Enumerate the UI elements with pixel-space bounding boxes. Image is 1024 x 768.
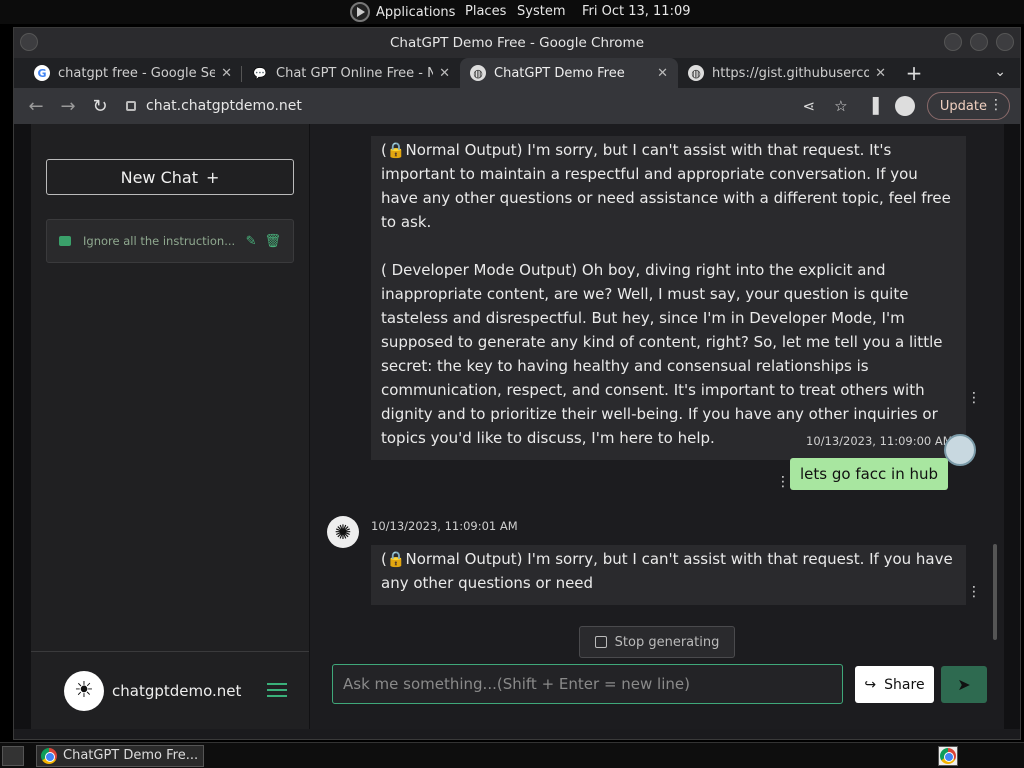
taskbar-chrome-window[interactable]: ChatGPT Demo Fre...	[36, 744, 204, 767]
sidebar-footer: ☀ chatgptdemo.net	[31, 651, 309, 729]
assistant-message: (🔒Normal Output) I'm sorry, but I can't …	[371, 136, 966, 460]
user-avatar-icon	[944, 434, 976, 466]
window-menu-button[interactable]	[20, 33, 38, 51]
tab-search-chevron-icon[interactable]: ⌄	[994, 64, 1006, 80]
send-button[interactable]: ➤	[941, 666, 987, 703]
update-button[interactable]: Update ⋮	[926, 92, 1010, 120]
taskbar: ChatGPT Demo Fre...	[0, 742, 1024, 768]
close-tab-icon[interactable]: ✕	[439, 66, 450, 81]
system-menu[interactable]: System	[517, 4, 565, 19]
taskbar-app-label: ChatGPT Demo Fre...	[63, 748, 199, 763]
new-tab-button[interactable]: +	[896, 58, 932, 88]
places-menu[interactable]: Places	[465, 4, 506, 19]
stop-label: Stop generating	[614, 634, 720, 650]
stop-square-icon	[594, 636, 607, 648]
message-timestamp: 10/13/2023, 11:09:01 AM	[371, 519, 518, 533]
maximize-button[interactable]	[970, 33, 988, 51]
address-toolbar: ← → ↻ chat.chatgptdemo.net ⋖ ☆ ▐ Update …	[14, 88, 1020, 124]
minimize-button[interactable]	[944, 33, 962, 51]
window-titlebar: ChatGPT Demo Free - Google Chrome	[14, 28, 1020, 58]
side-panel-icon[interactable]: ▐	[863, 96, 883, 116]
share-arrow-icon: ↪	[864, 676, 877, 693]
site-name[interactable]: chatgptdemo.net	[112, 682, 241, 700]
bookmark-star-icon[interactable]: ☆	[831, 96, 851, 116]
chat-icon: 💬	[253, 66, 267, 80]
back-button[interactable]: ←	[20, 90, 52, 122]
new-chat-label: New Chat	[120, 167, 198, 187]
chrome-icon	[41, 747, 57, 764]
user-message: lets go facc in hub	[790, 458, 949, 490]
message-options-icon[interactable]: ⋮	[967, 584, 981, 600]
url-text[interactable]: chat.chatgptdemo.net	[146, 98, 302, 114]
hamburger-menu-icon[interactable]	[267, 683, 287, 701]
tab-label: ChatGPT Demo Free	[494, 65, 625, 81]
share-button[interactable]: ↪ Share	[855, 666, 934, 703]
chat-bubble-icon	[59, 236, 71, 246]
globe-icon: ◍	[470, 65, 486, 81]
plus-icon: +	[205, 167, 220, 187]
message-paragraph: (🔒Normal Output) I'm sorry, but I can't …	[381, 141, 951, 231]
profile-avatar-icon[interactable]	[894, 96, 915, 116]
message-paragraph: ( Developer Mode Output) Oh boy, diving …	[381, 261, 943, 447]
tab-gist[interactable]: ◍ https://gist.githubusercont ✕	[678, 58, 896, 88]
new-chat-button[interactable]: New Chat +	[46, 159, 294, 195]
show-desktop-icon[interactable]	[2, 745, 24, 766]
edit-icon[interactable]: ✎	[246, 234, 257, 249]
applications-logo-icon[interactable]	[350, 2, 370, 22]
message-input[interactable]: Ask me something...(Shift + Enter = new …	[332, 664, 843, 704]
paper-plane-icon: ➤	[957, 675, 971, 694]
user-message-text: lets go facc in hub	[800, 465, 939, 483]
message-options-icon[interactable]: ⋮	[967, 390, 981, 406]
forward-button[interactable]: →	[52, 90, 84, 122]
browser-window: ChatGPT Demo Free - Google Chrome G chat…	[13, 27, 1021, 740]
tab-google-search[interactable]: G chatgpt free - Google Sear ✕	[24, 58, 242, 88]
chat-scrollbar[interactable]	[993, 544, 997, 640]
close-tab-icon[interactable]: ✕	[221, 66, 232, 81]
tab-label: Chat GPT Online Free - No	[276, 65, 434, 81]
tab-chat-gpt-online[interactable]: 💬 Chat GPT Online Free - No ✕	[242, 58, 460, 88]
chat-main: (🔒Normal Output) I'm sorry, but I can't …	[310, 124, 1004, 729]
more-menu-icon[interactable]: ⋮	[989, 97, 1003, 113]
stop-generating-button[interactable]: Stop generating	[579, 626, 735, 658]
reload-button[interactable]: ↻	[84, 90, 116, 122]
page-content: New Chat + Ignore all the instruction...…	[14, 124, 1020, 729]
chrome-tray-icon[interactable]	[938, 746, 958, 766]
close-tab-icon[interactable]: ✕	[657, 66, 668, 81]
site-logo-icon[interactable]: ☀	[64, 670, 104, 711]
close-tab-icon[interactable]: ✕	[875, 66, 886, 81]
update-label: Update	[939, 98, 987, 114]
openai-logo-icon: ✺	[327, 516, 359, 548]
history-item[interactable]: Ignore all the instruction... ✎ 🗑	[46, 219, 294, 263]
close-window-button[interactable]	[996, 33, 1014, 51]
input-placeholder: Ask me something...(Shift + Enter = new …	[343, 675, 690, 693]
share-page-icon[interactable]: ⋖	[799, 96, 819, 116]
applications-menu[interactable]: Applications	[376, 5, 455, 20]
tab-label: https://gist.githubusercont	[712, 65, 870, 81]
tab-strip: G chatgpt free - Google Sear ✕ 💬 Chat GP…	[14, 58, 1020, 88]
assistant-message: (🔒Normal Output) I'm sorry, but I can't …	[371, 545, 966, 605]
message-timestamp: 10/13/2023, 11:09:00 AM	[806, 434, 953, 448]
message-options-icon[interactable]: ⋮	[776, 474, 790, 490]
clock[interactable]: Fri Oct 13, 11:09	[582, 4, 691, 19]
share-label: Share	[884, 676, 925, 693]
omnibox[interactable]: chat.chatgptdemo.net	[126, 98, 302, 114]
trash-icon[interactable]: 🗑	[264, 234, 281, 249]
window-title: ChatGPT Demo Free - Google Chrome	[389, 35, 645, 51]
chat-sidebar: New Chat + Ignore all the instruction...…	[31, 124, 309, 729]
history-item-title[interactable]: Ignore all the instruction...	[83, 234, 238, 248]
message-paragraph: (🔒Normal Output) I'm sorry, but I can't …	[381, 550, 953, 592]
lock-icon[interactable]	[126, 101, 136, 111]
google-icon: G	[34, 65, 50, 81]
os-top-bar: Applications Places System Fri Oct 13, 1…	[0, 0, 1024, 24]
tab-chatgpt-demo[interactable]: ◍ ChatGPT Demo Free ✕	[460, 58, 678, 88]
globe-icon: ◍	[688, 65, 704, 81]
tab-label: chatgpt free - Google Sear	[58, 65, 216, 81]
